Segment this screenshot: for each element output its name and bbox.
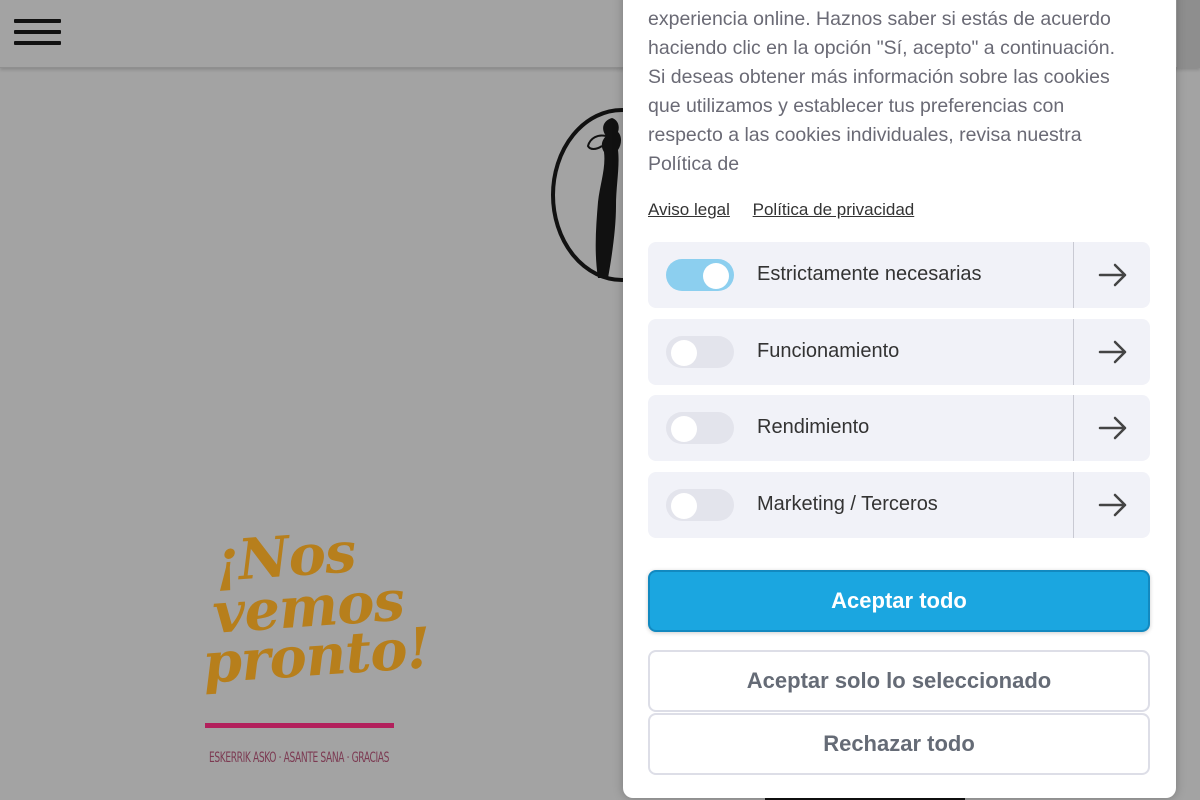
category-label: Estrictamente necesarias — [757, 263, 982, 285]
category-label: Funcionamiento — [757, 340, 900, 362]
toggle-knob — [671, 340, 697, 366]
arrow-right-icon[interactable] — [1098, 491, 1128, 519]
menu-icon-bar — [14, 30, 61, 34]
category-divider — [1073, 319, 1074, 385]
cookie-consent-panel: Esta página web utiliza cookies para bri… — [623, 0, 1176, 798]
category-functionality[interactable]: Funcionamiento — [648, 319, 1150, 385]
menu-icon-bar — [14, 19, 61, 23]
category-divider — [1073, 242, 1074, 308]
category-label: Marketing / Terceros — [757, 493, 938, 515]
reject-all-button[interactable]: Rechazar todo — [648, 713, 1150, 775]
toggle-knob — [703, 263, 729, 289]
promo-divider — [205, 723, 394, 728]
toggle-knob — [671, 416, 697, 442]
toggle-marketing[interactable] — [666, 489, 734, 521]
menu-icon-bar — [14, 41, 61, 45]
accept-selected-button[interactable]: Aceptar solo lo seleccionado — [648, 650, 1150, 712]
cookie-description-box[interactable]: Esta página web utiliza cookies para bri… — [648, 0, 1150, 184]
category-performance[interactable]: Rendimiento — [648, 395, 1150, 461]
arrow-right-icon[interactable] — [1098, 338, 1128, 366]
category-marketing[interactable]: Marketing / Terceros — [648, 472, 1150, 538]
toggle-knob — [671, 493, 697, 519]
toggle-functionality[interactable] — [666, 336, 734, 368]
arrow-right-icon[interactable] — [1098, 261, 1128, 289]
toggle-performance[interactable] — [666, 412, 734, 444]
legal-links: Aviso legal Política de privacidad — [648, 200, 932, 220]
accept-all-button[interactable]: Aceptar todo — [648, 570, 1150, 632]
cookie-description: Esta página web utiliza cookies para bri… — [648, 0, 1121, 175]
menu-icon[interactable] — [14, 19, 62, 47]
category-divider — [1073, 472, 1074, 538]
category-necessary[interactable]: Estrictamente necesarias — [648, 242, 1150, 308]
privacy-policy-link[interactable]: Política de privacidad — [753, 200, 915, 219]
legal-notice-link[interactable]: Aviso legal — [648, 200, 730, 219]
header-edge — [1177, 0, 1200, 68]
toggle-necessary[interactable] — [666, 259, 734, 291]
arrow-right-icon[interactable] — [1098, 414, 1128, 442]
farewell-banner: ¡Nos vemos pronto! ESKERRIK ASKO · ASANT… — [195, 519, 455, 780]
promo-subtitle: ESKERRIK ASKO · ASANTE SANA · GRACIAS — [209, 750, 390, 766]
category-divider — [1073, 395, 1074, 461]
category-label: Rendimiento — [757, 416, 870, 438]
promo-line-3: pronto! — [200, 615, 433, 697]
